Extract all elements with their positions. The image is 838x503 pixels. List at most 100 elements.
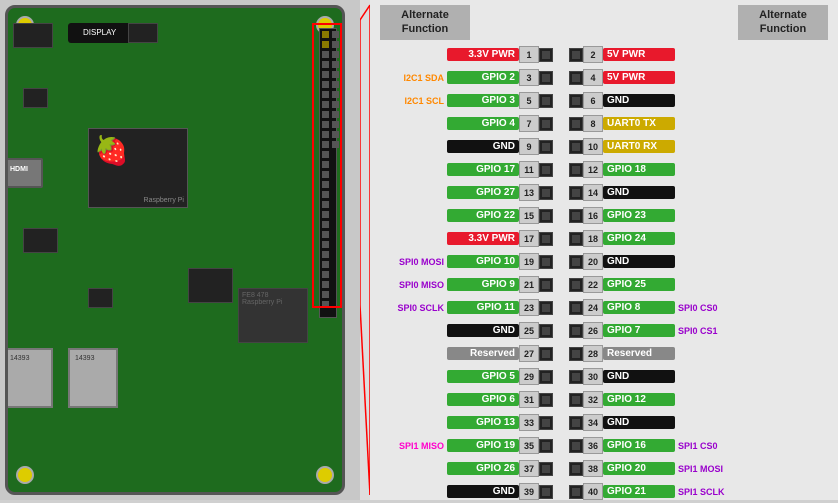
pin-num-left: 31 (519, 391, 539, 408)
gpio-pin-strip (319, 28, 337, 318)
pin-name-left: GND (447, 485, 519, 498)
pin-num-right: 10 (583, 138, 603, 155)
connector-right (569, 186, 583, 200)
pin-num-left: 3 (519, 69, 539, 86)
pin-name-left: GND (447, 140, 519, 153)
pin-name-right: GND (603, 370, 675, 383)
pin-num-left: 15 (519, 207, 539, 224)
pin-num-left: 23 (519, 299, 539, 316)
connector-left (539, 186, 553, 200)
chip-label: Raspberry Pi (144, 197, 184, 204)
connector-left (539, 209, 553, 223)
usb-label-2: 14393 (70, 350, 116, 367)
connector-right (569, 324, 583, 338)
pin-num-right: 14 (583, 184, 603, 201)
connector-left (539, 255, 553, 269)
pin-name-right: GPIO 23 (603, 209, 675, 222)
usb-label-1: 14393 (5, 350, 51, 367)
pin-num-right: 12 (583, 161, 603, 178)
connector-left (539, 140, 553, 154)
alt-func-right: SPI1 SCLK (675, 487, 747, 497)
pin-row: GPIO 13 33 34 GND (375, 412, 833, 434)
connector-right (569, 117, 583, 131)
pin-row: GPIO 27 13 14 GND (375, 182, 833, 204)
pin-name-right: UART0 TX (603, 117, 675, 130)
pin-num-right: 36 (583, 437, 603, 454)
raspberry-pi-board: DISPLAY HDMI 🍓 Raspberry Pi FE8 478Raspb… (5, 5, 345, 495)
pin-num-left: 1 (519, 46, 539, 63)
connector-left (539, 117, 553, 131)
connector-right (569, 278, 583, 292)
pin-row: SPI0 MOSI GPIO 10 19 20 GND (375, 251, 833, 273)
chip-small-1 (128, 23, 158, 43)
pin-num-right: 38 (583, 460, 603, 477)
pin-row: GND 25 26 GPIO 7 SPI0 CS1 (375, 320, 833, 342)
mounting-hole-br (316, 466, 334, 484)
pin-num-right: 6 (583, 92, 603, 109)
pin-num-left: 25 (519, 322, 539, 339)
connector-left (539, 416, 553, 430)
connector-left (539, 301, 553, 315)
alt-func-left: SPI0 MOSI (375, 257, 447, 267)
chip-s4 (88, 288, 113, 308)
pin-num-left: 37 (519, 460, 539, 477)
pin-name-right: GPIO 25 (603, 278, 675, 291)
pin-name-left: GPIO 22 (447, 209, 519, 222)
pin-name-left: GPIO 2 (447, 71, 519, 84)
pin-row: 3.3V PWR 1 2 5V PWR (375, 44, 833, 66)
pin-name-right: GPIO 18 (603, 163, 675, 176)
pin-num-left: 35 (519, 437, 539, 454)
pin-name-right: GPIO 20 (603, 462, 675, 475)
connector-left (539, 94, 553, 108)
connector-left (539, 370, 553, 384)
connector-right (569, 232, 583, 246)
pin-num-right: 28 (583, 345, 603, 362)
chip-s1 (23, 88, 48, 108)
pin-name-right: GND (603, 416, 675, 429)
connector-right (569, 71, 583, 85)
alt-func-left: SPI0 SCLK (375, 303, 447, 313)
pin-row: I2C1 SDA GPIO 2 3 4 5V PWR (375, 67, 833, 89)
alt-func-left: I2C1 SDA (375, 73, 447, 83)
display-label: DISPLAY (83, 28, 116, 37)
pin-name-right: UART0 RX (603, 140, 675, 153)
pin-name-right: 5V PWR (603, 48, 675, 61)
chip-top-left (13, 23, 53, 48)
main-chip: 🍓 Raspberry Pi (88, 128, 188, 208)
pin-row: GPIO 5 29 30 GND (375, 366, 833, 388)
pins-area: 3.3V PWR 1 2 5V PWR I2C1 SDA GPIO 2 3 (375, 44, 833, 500)
connector-right (569, 347, 583, 361)
alt-func-header-right: Alternate Function (738, 5, 828, 40)
alt-func-left: SPI1 MISO (375, 441, 447, 451)
pin-num-left: 13 (519, 184, 539, 201)
network-chip-label: FE8 478Raspberry Pi (239, 289, 307, 309)
pin-name-left: GPIO 5 (447, 370, 519, 383)
pin-name-left: GPIO 3 (447, 94, 519, 107)
alt-func-right: SPI0 CS1 (675, 326, 747, 336)
connector-right (569, 209, 583, 223)
pin-name-left: GPIO 17 (447, 163, 519, 176)
pin-name-right: GPIO 21 (603, 485, 675, 498)
pin-num-right: 20 (583, 253, 603, 270)
pinout-header: Alternate Function Alternate Function (375, 5, 833, 40)
connector-right (569, 416, 583, 430)
pin-row: SPI0 MISO GPIO 9 21 22 GPIO 25 (375, 274, 833, 296)
network-chip: FE8 478Raspberry Pi (238, 288, 308, 343)
pin-name-right: Reserved (603, 347, 675, 360)
pin-row: GPIO 17 11 12 GPIO 18 (375, 159, 833, 181)
pin-row: GPIO 26 37 38 GPIO 20 SPI1 MOSI (375, 458, 833, 480)
usb-port-1: 14393 (5, 348, 53, 408)
pin-name-left: GND (447, 324, 519, 337)
chip-s2 (23, 228, 58, 253)
pin-name-left: GPIO 13 (447, 416, 519, 429)
alt-func-left: I2C1 SCL (375, 96, 447, 106)
pin-row: SPI1 MISO GPIO 19 35 36 GPIO 16 SPI1 CS0 (375, 435, 833, 457)
pin-name-right: GPIO 24 (603, 232, 675, 245)
pin-name-right: GND (603, 94, 675, 107)
pin-name-left: GPIO 19 (447, 439, 519, 452)
connector-right (569, 48, 583, 62)
connector-area (360, 0, 370, 500)
connector-left (539, 462, 553, 476)
pin-num-left: 27 (519, 345, 539, 362)
pin-num-left: 11 (519, 161, 539, 178)
